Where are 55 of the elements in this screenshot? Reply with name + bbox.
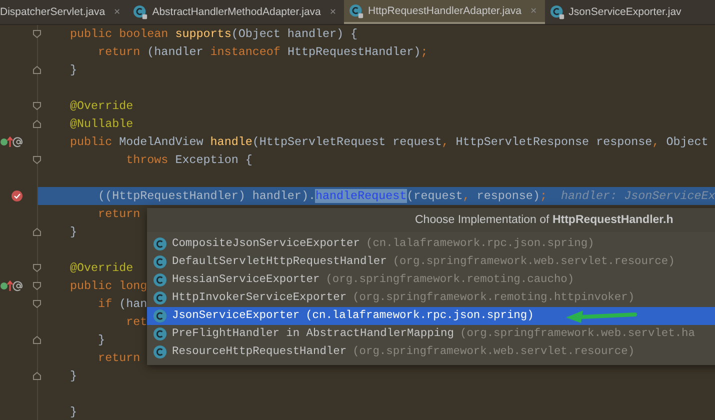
fold-marker-icon[interactable] [32, 101, 42, 111]
class-icon [153, 345, 167, 359]
implementation-item[interactable]: HessianServiceExporter (org.springframework.remoting.caucho) [147, 271, 715, 289]
class-icon [153, 309, 167, 323]
arrow-annotation [565, 309, 637, 323]
code-line: return (handler instanceof HttpRequestHandler); [97, 45, 428, 59]
code-line: ((HttpRequestHandler) handler).handleRequest(request, response); handler: JsonServiceEx [97, 189, 715, 203]
code-line: public boolean supports(Object handler) { [70, 27, 358, 41]
fold-marker-icon[interactable] [32, 281, 42, 291]
implementation-item[interactable]: ResourceHttpRequestHandler (org.springframework.web.servlet.resource) [147, 343, 715, 361]
code-line: } [70, 63, 78, 77]
fold-marker-icon[interactable] [32, 227, 42, 237]
code-line: public long [70, 279, 148, 293]
implementation-item[interactable]: CompositeJsonServiceExporter (cn.lalaframework.rpc.json.spring) [147, 235, 715, 253]
fold-marker-icon[interactable] [32, 299, 42, 309]
editor-tab[interactable]: DispatcherServlet.java × [0, 0, 128, 24]
class-icon [153, 237, 167, 251]
breakpoint-icon[interactable] [11, 190, 23, 202]
popup-title: Choose Implementation of HttpRequestHandler.h [147, 208, 715, 232]
implementation-item[interactable]: PreFlightHandler in AbstractHandlerMapping (org.springframework.web.servlet.ha [147, 325, 715, 343]
class-icon [133, 4, 148, 20]
code-line: @Override [70, 99, 134, 113]
fold-marker-icon[interactable] [32, 155, 42, 165]
code-line: } [70, 225, 78, 239]
fold-marker-icon[interactable] [32, 119, 42, 129]
fold-marker-icon[interactable] [32, 335, 42, 345]
code-line: if (han [97, 297, 148, 311]
class-icon [153, 273, 167, 287]
implementation-item[interactable]: HttpInvokerServiceExporter (org.springframework.remoting.httpinvoker) [147, 289, 715, 307]
fold-marker-icon[interactable] [32, 371, 42, 381]
code-line: } [70, 369, 78, 383]
code-line: @Nullable [70, 117, 134, 131]
override-marker-icon[interactable] [0, 280, 24, 292]
code-line: @Override [70, 261, 134, 275]
code-line: ret [125, 315, 148, 329]
code-line: } [70, 405, 78, 419]
class-icon [153, 327, 167, 341]
editor-tab[interactable]: AbstractHandlerMethodAdapter.java × [128, 0, 344, 24]
code-line: throws Exception { [125, 153, 252, 167]
class-icon [153, 291, 167, 305]
fold-marker-icon[interactable] [32, 29, 42, 39]
code-line: public ModelAndView handle(HttpServletRequest request, HttpServletResponse response, Object [70, 135, 708, 149]
editor-tab[interactable]: JsonServiceExporter.jav [544, 0, 690, 24]
implementation-item[interactable]: DefaultServletHttpRequestHandler (org.springframework.web.servlet.resource) [147, 253, 715, 271]
code-line: return [97, 351, 140, 365]
fold-marker-icon[interactable] [32, 263, 42, 273]
editor-tab[interactable]: HttpRequestHandlerAdapter.java × [344, 0, 545, 24]
class-icon [153, 255, 167, 269]
code-line: return [97, 207, 140, 221]
fold-marker-icon[interactable] [32, 65, 42, 75]
class-icon [349, 4, 364, 18]
code-line: } [97, 333, 106, 347]
override-marker-icon[interactable] [0, 136, 24, 148]
class-icon [550, 4, 565, 20]
implementation-item[interactable]: JsonServiceExporter (cn.lalaframework.rpc.json.spring) [147, 307, 715, 325]
